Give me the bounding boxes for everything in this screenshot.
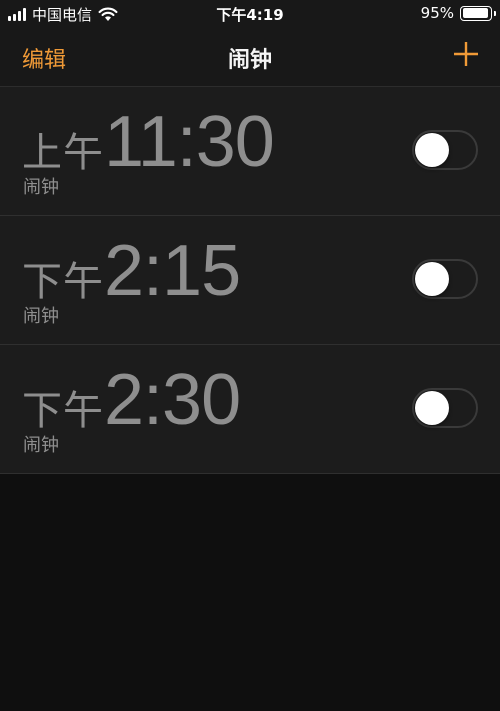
alarm-time: 上午 11:30 — [22, 101, 275, 183]
alarm-toggle[interactable] — [412, 388, 478, 428]
toggle-knob — [415, 133, 449, 167]
alarm-list: 上午 11:30 闹钟 下午 2:15 闹钟 下午 2:30 闹钟 — [0, 87, 500, 474]
alarm-toggle[interactable] — [412, 130, 478, 170]
alarm-row[interactable]: 上午 11:30 闹钟 — [0, 87, 500, 216]
alarm-label: 闹钟 — [23, 177, 59, 198]
alarm-row[interactable]: 下午 2:15 闹钟 — [0, 216, 500, 345]
battery-icon — [460, 5, 496, 21]
toggle-knob — [415, 391, 449, 425]
alarm-toggle[interactable] — [412, 259, 478, 299]
alarm-clock: 2:30 — [104, 360, 241, 440]
battery-percent: 95% — [420, 4, 454, 22]
alarm-period: 下午 — [22, 388, 104, 434]
alarm-label: 闹钟 — [23, 306, 59, 327]
alarm-row[interactable]: 下午 2:30 闹钟 — [0, 345, 500, 474]
status-right: 95% — [420, 4, 496, 22]
alarm-clock: 11:30 — [104, 102, 275, 182]
status-bar: 中国电信 下午4:19 95% — [0, 0, 500, 30]
alarm-period: 上午 — [22, 130, 104, 176]
add-alarm-button[interactable] — [452, 40, 480, 68]
alarm-time: 下午 2:30 — [22, 359, 241, 441]
page-title: 闹钟 — [227, 48, 272, 73]
alarm-period: 下午 — [22, 259, 104, 305]
nav-bar: 编辑 闹钟 — [0, 30, 500, 87]
alarm-label: 闹钟 — [23, 435, 59, 456]
plus-icon — [454, 42, 478, 66]
alarm-clock: 2:15 — [104, 231, 241, 311]
toggle-knob — [415, 262, 449, 296]
battery-fill — [462, 8, 489, 18]
alarm-time: 下午 2:15 — [22, 230, 241, 312]
alarm-screen: 中国电信 下午4:19 95% 编辑 闹钟 上午 11:30 闹钟 下午 2:1… — [0, 0, 500, 711]
